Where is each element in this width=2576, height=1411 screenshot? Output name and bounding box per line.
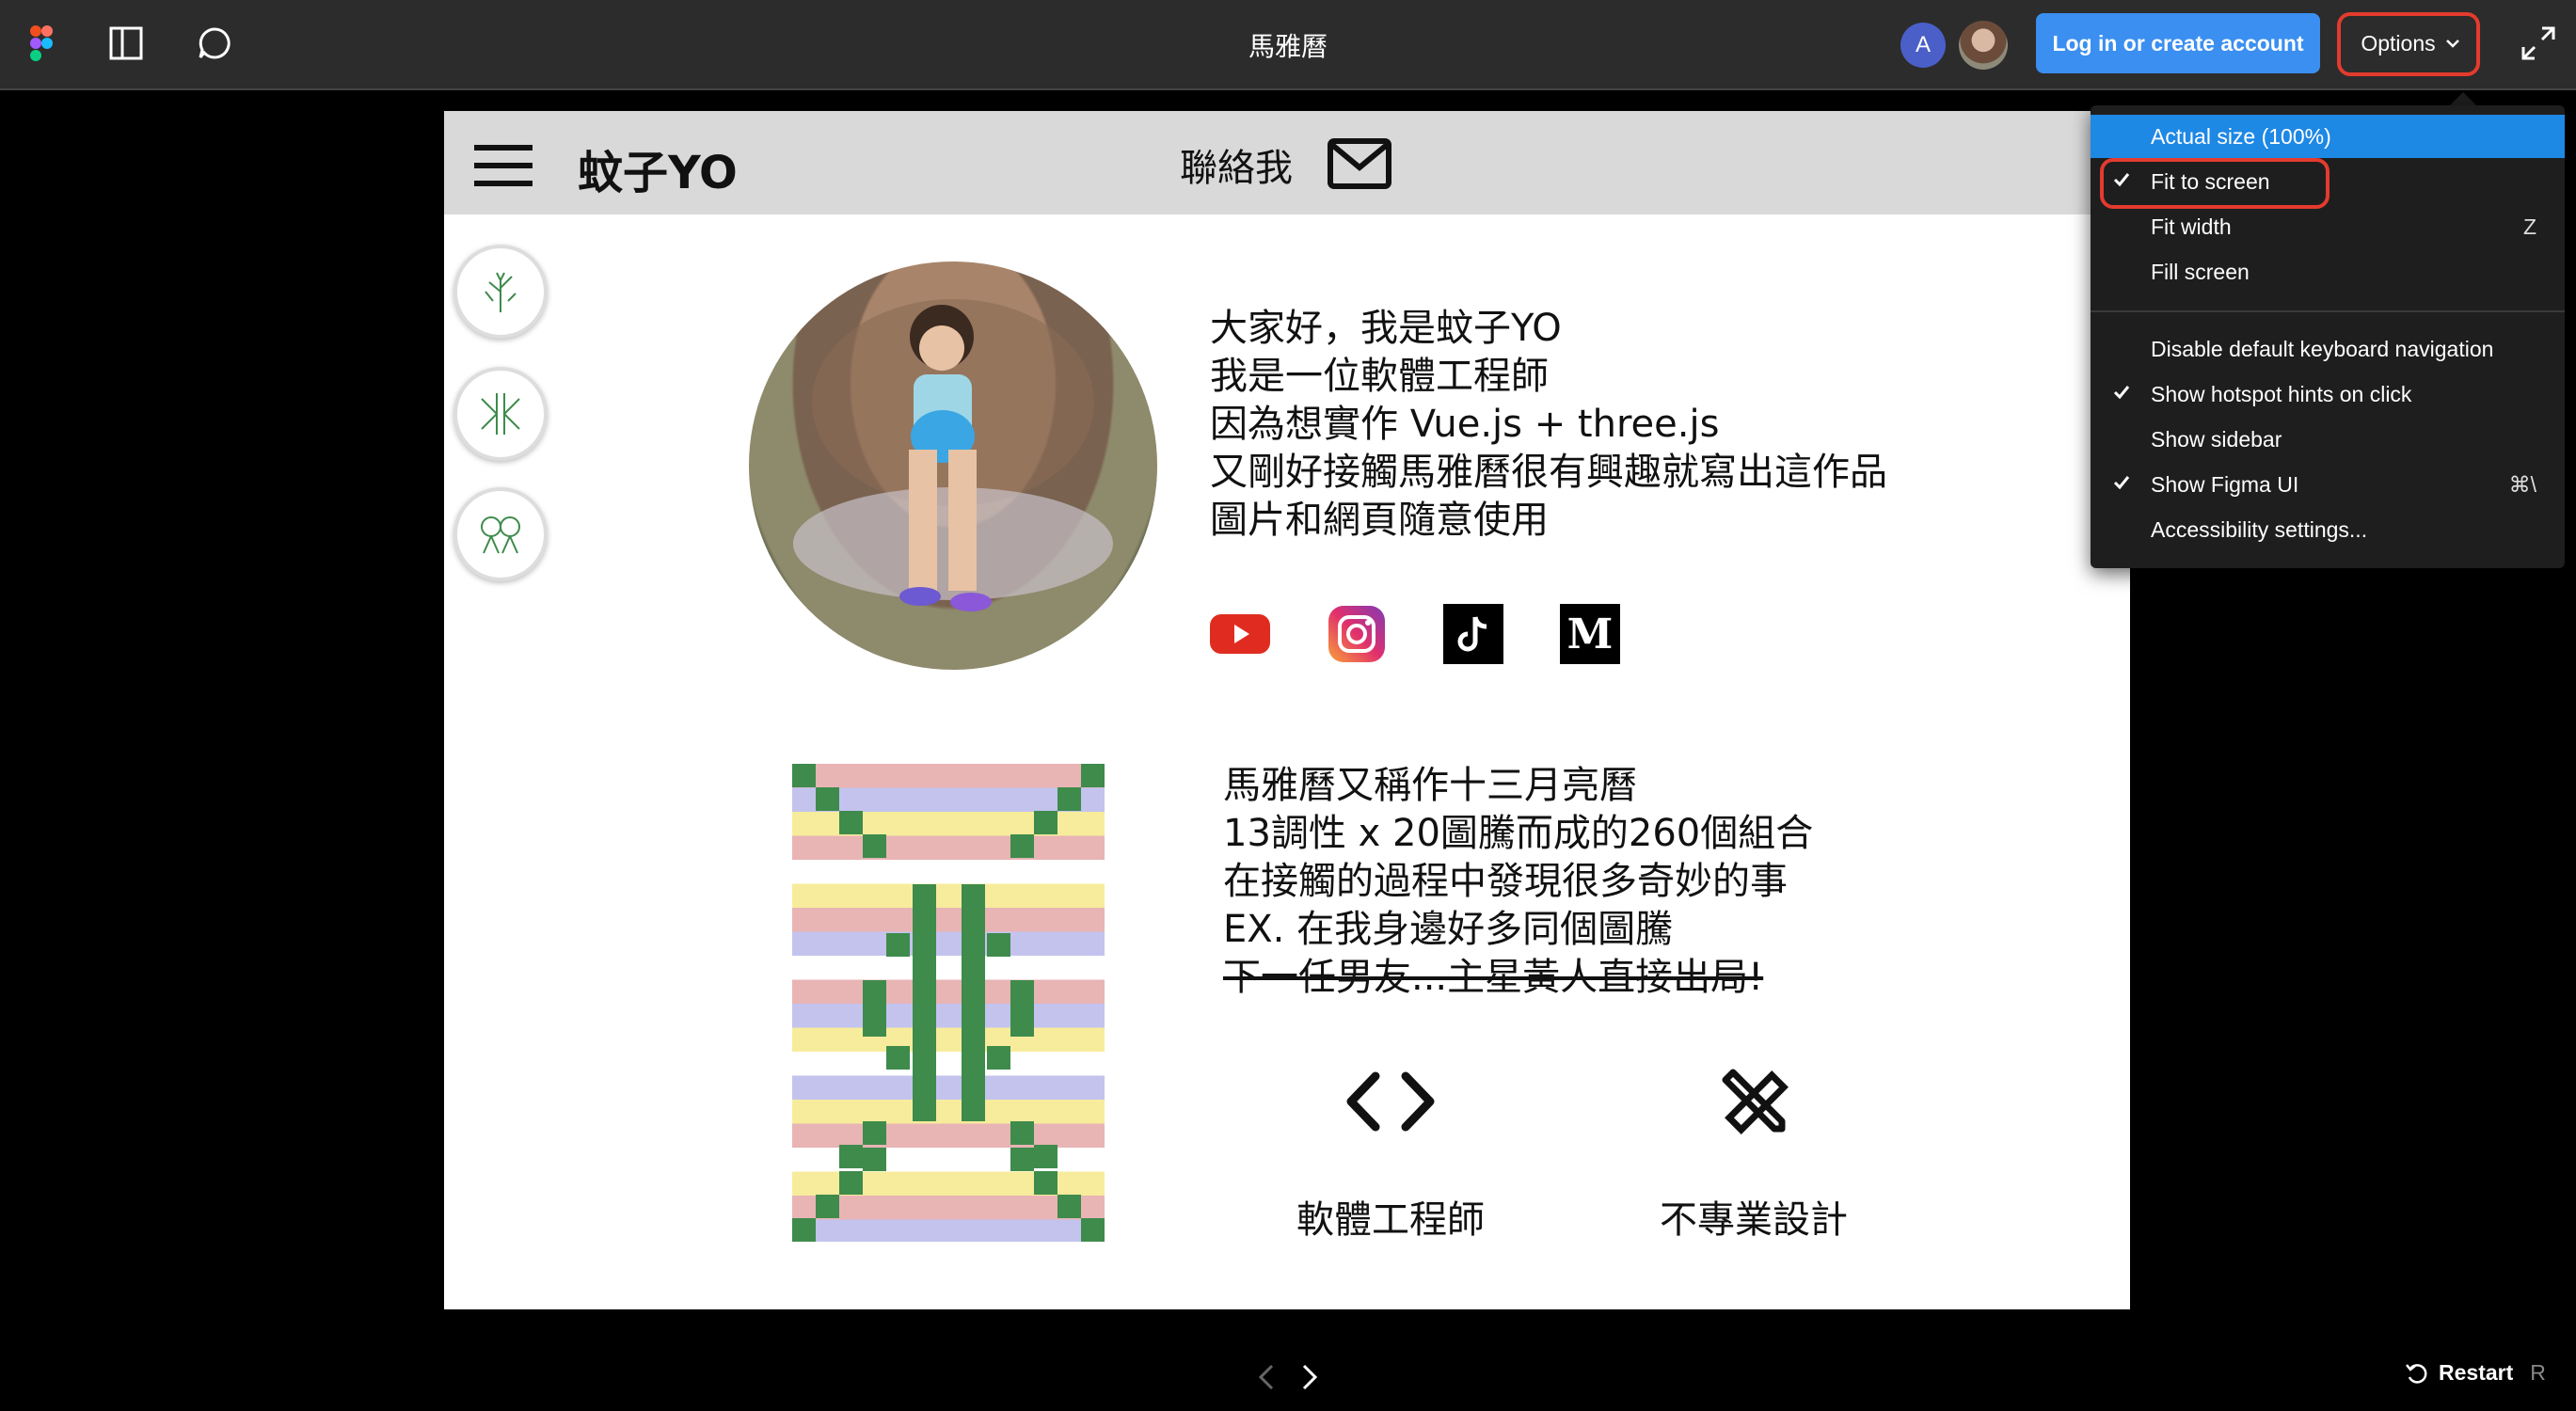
bio-line: 因為想實作 Vue.js + three.js bbox=[1210, 403, 1720, 446]
side-glyph-3[interactable] bbox=[453, 487, 548, 581]
menu-item-show-sidebar[interactable]: Show sidebar bbox=[2091, 418, 2565, 461]
menu-item-actual-size[interactable]: Actual size (100%) bbox=[2091, 115, 2565, 158]
menu-item-disable-keyboard-nav[interactable]: Disable default keyboard navigation bbox=[2091, 327, 2565, 371]
menu-item-show-figma-ui[interactable]: Show Figma UI ⌘\ bbox=[2091, 463, 2565, 506]
menu-item-fit-width[interactable]: Fit width Z bbox=[2091, 205, 2565, 248]
medium-icon[interactable]: M bbox=[1560, 604, 1620, 664]
options-label: Options bbox=[2361, 30, 2436, 55]
site-navbar: 蚊子YO 聯絡我 bbox=[444, 111, 2130, 214]
viewer-toolbar: 馬雅曆 A Log in or create account Options bbox=[0, 0, 2576, 90]
menu-item-hotspot-hints[interactable]: Show hotspot hints on click bbox=[2091, 373, 2565, 416]
menu-item-label: Fit to screen bbox=[2151, 168, 2270, 194]
menu-item-accessibility[interactable]: Accessibility settings... bbox=[2091, 508, 2565, 551]
prototype-frame: 蚊子YO 聯絡我 大家好，我是蚊子YO 我是一位軟體工程師 因為想實作 Vue.… bbox=[444, 111, 2130, 1309]
role-label-engineer: 軟體工程師 bbox=[1296, 1198, 1485, 1242]
design-tools-icon[interactable] bbox=[1716, 1063, 1791, 1143]
bio-line: 又剛好接觸馬雅曆很有興趣就寫出這作品 bbox=[1210, 451, 1887, 494]
about-line: 馬雅曆又稱作十三月亮曆 bbox=[1223, 764, 1637, 807]
owner-avatar[interactable] bbox=[1959, 21, 2008, 70]
menu-item-label: Fit width bbox=[2151, 214, 2232, 239]
menu-item-label: Show Figma UI bbox=[2151, 471, 2299, 497]
menu-item-fit-to-screen[interactable]: Fit to screen bbox=[2091, 160, 2565, 203]
glyph-plant-icon bbox=[485, 272, 517, 312]
menu-item-label: Fill screen bbox=[2151, 259, 2250, 284]
youtube-icon[interactable] bbox=[1210, 604, 1270, 664]
about-line-strikethrough: 下一任男友...主星黃人直接出局! bbox=[1223, 956, 1764, 999]
restart-label: Restart bbox=[2439, 1360, 2514, 1385]
restart-shortcut: R bbox=[2530, 1360, 2546, 1385]
login-button[interactable]: Log in or create account bbox=[2036, 13, 2320, 73]
user-avatar[interactable]: A bbox=[1900, 23, 1946, 68]
side-glyph-2[interactable] bbox=[453, 367, 548, 461]
menu-item-fill-screen[interactable]: Fill screen bbox=[2091, 250, 2565, 293]
comment-icon[interactable] bbox=[194, 23, 235, 64]
menu-item-label: Accessibility settings... bbox=[2151, 516, 2368, 542]
bio-line: 大家好，我是蚊子YO bbox=[1210, 307, 1562, 350]
bio-line: 我是一位軟體工程師 bbox=[1210, 355, 1549, 398]
code-icon[interactable] bbox=[1344, 1069, 1438, 1139]
sidebar-toggle-icon[interactable] bbox=[105, 23, 147, 64]
menu-caret bbox=[2450, 92, 2476, 105]
instagram-icon[interactable] bbox=[1327, 604, 1387, 664]
about-line: EX. 在我身邊好多同個圖騰 bbox=[1223, 908, 1674, 951]
restart-button[interactable]: Restart R bbox=[2405, 1360, 2546, 1386]
options-button[interactable]: Options bbox=[2341, 13, 2480, 73]
menu-item-label: Show sidebar bbox=[2151, 426, 2282, 452]
contact-link[interactable]: 聯絡我 bbox=[1180, 137, 1293, 192]
next-frame-icon[interactable] bbox=[1291, 1358, 1328, 1396]
menu-divider bbox=[2091, 310, 2565, 312]
bio-text: 大家好，我是蚊子YO 我是一位軟體工程師 因為想實作 Vue.js + thre… bbox=[1210, 305, 1887, 545]
checkmark-icon bbox=[2113, 173, 2130, 187]
site-brand[interactable]: 蚊子YO bbox=[578, 135, 738, 201]
role-label-design: 不專業設計 bbox=[1660, 1198, 1848, 1242]
about-line: 13調性 x 20圖騰而成的260個組合 bbox=[1223, 812, 1814, 855]
profile-photo bbox=[749, 262, 1157, 670]
mayan-pattern-graphic bbox=[792, 764, 1105, 1242]
side-glyph-1[interactable] bbox=[453, 245, 548, 339]
menu-item-shortcut: ⌘\ bbox=[2508, 471, 2536, 497]
options-menu: Actual size (100%) Fit to screen Fit wid… bbox=[2091, 105, 2565, 568]
about-line: 在接觸的過程中發現很多奇妙的事 bbox=[1223, 860, 1788, 903]
restart-icon bbox=[2406, 1363, 2427, 1384]
checkmark-icon bbox=[2113, 386, 2130, 400]
figma-logo-icon[interactable] bbox=[21, 23, 62, 64]
chevron-down-icon bbox=[2445, 40, 2459, 48]
fullscreen-icon[interactable] bbox=[2520, 24, 2557, 67]
menu-item-shortcut: Z bbox=[2522, 214, 2536, 239]
glyph-cross-icon bbox=[481, 393, 520, 435]
hamburger-menu-icon[interactable] bbox=[474, 145, 533, 186]
checkmark-icon bbox=[2113, 476, 2130, 490]
about-text: 馬雅曆又稱作十三月亮曆 13調性 x 20圖騰而成的260個組合 在接觸的過程中… bbox=[1223, 762, 1813, 1002]
svg-text:M: M bbox=[1567, 610, 1614, 658]
glyph-people-icon bbox=[481, 516, 520, 554]
bio-line: 圖片和網頁隨意使用 bbox=[1210, 499, 1549, 542]
menu-item-label: Show hotspot hints on click bbox=[2151, 381, 2412, 406]
previous-frame-icon[interactable] bbox=[1248, 1358, 1285, 1396]
mail-icon[interactable] bbox=[1327, 137, 1392, 195]
menu-item-label: Disable default keyboard navigation bbox=[2151, 336, 2494, 361]
tiktok-icon[interactable] bbox=[1443, 604, 1503, 664]
menu-item-label: Actual size (100%) bbox=[2151, 123, 2331, 149]
